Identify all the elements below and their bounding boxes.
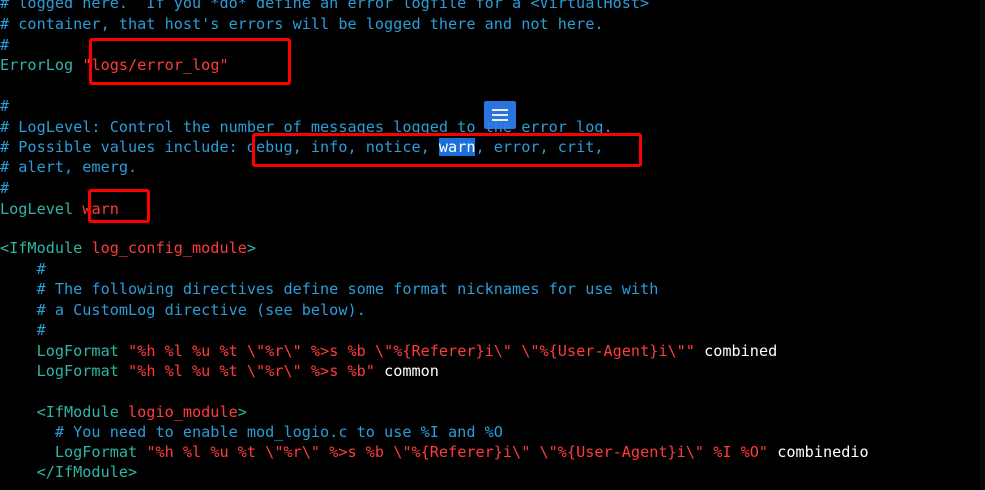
comment-text: # <box>0 179 10 197</box>
logformat-string: "%h %l %u %t \"%r\" %>s %b" <box>128 362 375 380</box>
code-line-ifmodule-open: <IfModule log_config_module> <box>0 238 256 258</box>
comment-text: # Possible values include: debug, info, … <box>0 138 439 156</box>
code-editor[interactable]: # logged here. If you *do* define an err… <box>0 0 985 490</box>
logformat-directive: LogFormat <box>0 443 138 461</box>
logformat-directive: LogFormat <box>0 362 119 380</box>
comment-text: , error, crit, <box>475 138 604 156</box>
comment-text: # <box>0 97 10 115</box>
logformat-directive: LogFormat <box>0 342 119 360</box>
menu-lines-icon[interactable] <box>484 101 516 129</box>
logformat-string: "%h %l %u %t \"%r\" %>s %b \"%{Referer}i… <box>146 443 769 461</box>
comment-text: # LogLevel: Control the number of messag… <box>0 118 613 136</box>
logformat-nickname: combinedio <box>777 443 869 461</box>
code-line-loglevel: LogLevel warn <box>0 199 119 219</box>
code-line: # <box>0 320 46 340</box>
comment-text: # a CustomLog directive (see below). <box>0 301 366 319</box>
code-line-logformat-combined: LogFormat "%h %l %u %t \"%r\" %>s %b \"%… <box>0 341 778 361</box>
code-line-logformat-common: LogFormat "%h %l %u %t \"%r\" %>s %b" co… <box>0 361 439 381</box>
comment-text: # <box>0 260 46 278</box>
errorlog-value: "logs/error_log" <box>82 56 229 74</box>
comment-text: # container, that host's errors will be … <box>0 15 604 33</box>
code-line: # The following directives define some f… <box>0 279 659 299</box>
ifmodule-tag-close: > <box>246 239 257 257</box>
code-line-ifmodule-logio-open: <IfModule logio_module> <box>0 402 247 422</box>
loglevel-value: warn <box>82 200 119 218</box>
selected-text-warn[interactable]: warn <box>438 138 476 156</box>
comment-text: # <box>0 321 46 339</box>
comment-text: # You need to enable mod_logio.c to use … <box>0 423 503 441</box>
code-line: # alert, emerg. <box>0 157 137 177</box>
ifmodule-tag-open: <IfModule <box>0 403 129 421</box>
code-line: # a CustomLog directive (see below). <box>0 300 366 320</box>
window-edge <box>980 0 985 490</box>
code-line: # <box>0 178 9 198</box>
code-line: # logged here. If you *do* define an err… <box>0 0 649 13</box>
code-line-logformat-combinedio: LogFormat "%h %l %u %t \"%r\" %>s %b \"%… <box>0 442 869 462</box>
code-line: # You need to enable mod_logio.c to use … <box>0 422 503 442</box>
ifmodule-name: log_config_module <box>91 239 247 257</box>
logformat-nickname: combined <box>704 342 778 360</box>
logformat-string: "%h %l %u %t \"%r\" %>s %b \"%{Referer}i… <box>128 342 695 360</box>
comment-text: # The following directives define some f… <box>0 280 659 298</box>
code-line-possible-values: # Possible values include: debug, info, … <box>0 137 604 157</box>
loglevel-directive: LogLevel <box>0 200 74 218</box>
code-line: # <box>0 96 9 116</box>
code-line: # <box>0 35 9 55</box>
code-line: # <box>0 259 46 279</box>
comment-text: # alert, emerg. <box>0 158 138 176</box>
code-line-ifmodule-close: </IfModule> <box>0 462 138 482</box>
errorlog-directive: ErrorLog <box>0 56 74 74</box>
code-line: # LogLevel: Control the number of messag… <box>0 117 613 137</box>
comment-text: # logged here. If you *do* define an err… <box>0 0 650 12</box>
code-line: # container, that host's errors will be … <box>0 14 603 34</box>
comment-text: # <box>0 36 10 54</box>
ifmodule-tag-close: </IfModule> <box>0 463 138 481</box>
ifmodule-tag-open: <IfModule <box>0 239 92 257</box>
ifmodule-tag-close: > <box>237 403 247 421</box>
ifmodule-name: logio_module <box>128 403 238 421</box>
logformat-nickname: common <box>384 362 439 380</box>
code-line-errorlog: ErrorLog "logs/error_log" <box>0 55 229 75</box>
